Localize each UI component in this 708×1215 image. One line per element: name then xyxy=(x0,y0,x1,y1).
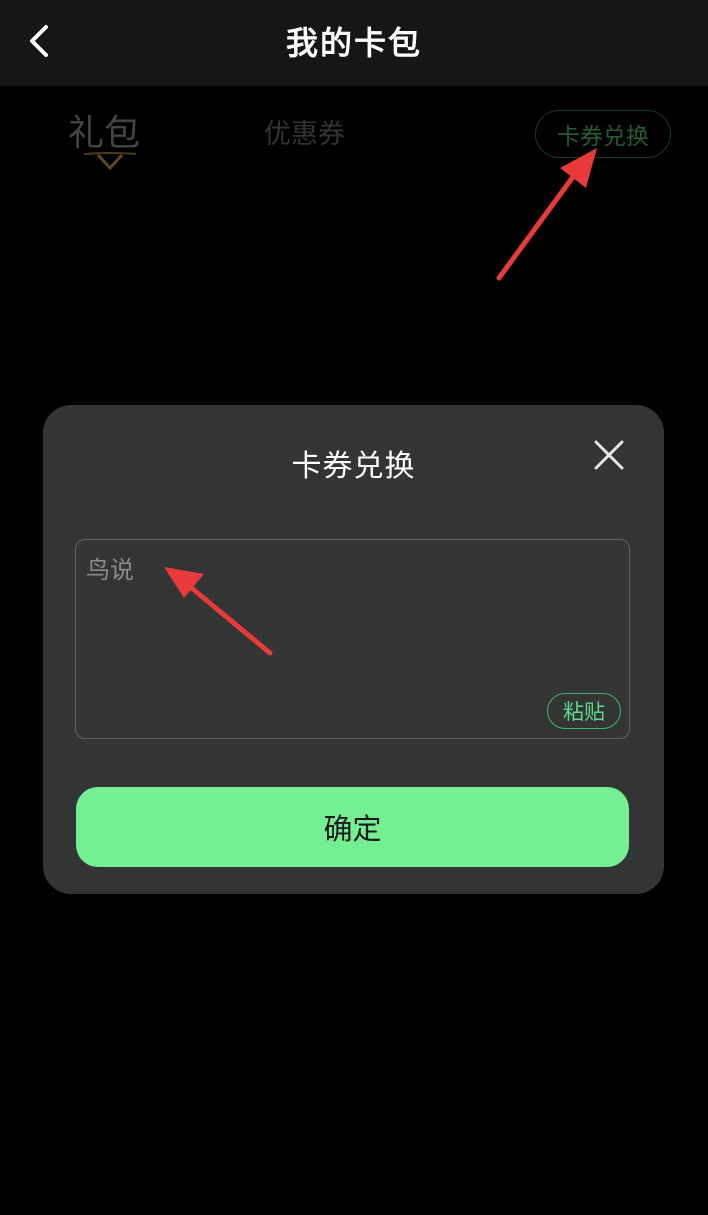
tab-gifts[interactable]: 礼包 xyxy=(68,104,140,156)
arrow-to-redeem-button-icon xyxy=(496,148,597,281)
chevron-left-icon xyxy=(26,21,52,65)
close-icon xyxy=(592,438,626,476)
redeem-dialog: 卡券兑换 粘贴 确定 xyxy=(43,405,664,894)
dialog-title: 卡券兑换 xyxy=(291,449,416,484)
nav-bar: 我的卡包 xyxy=(0,0,708,86)
redeem-code-input[interactable] xyxy=(86,550,546,590)
back-button[interactable] xyxy=(14,18,64,68)
confirm-button[interactable]: 确定 xyxy=(76,787,629,867)
page-title: 我的卡包 xyxy=(285,24,422,62)
card-wallet-screen: 我的卡包 礼包 优惠券 卡券兑换 卡券兑换 粘贴 确定 xyxy=(0,0,708,1215)
tab-coupons[interactable]: 优惠券 xyxy=(264,112,345,151)
paste-button[interactable]: 粘贴 xyxy=(547,693,621,729)
close-button[interactable] xyxy=(589,437,629,477)
redeem-code-box: 粘贴 xyxy=(75,539,630,739)
card-redeem-button[interactable]: 卡券兑换 xyxy=(535,110,671,158)
chevron-down-icon xyxy=(80,150,140,172)
